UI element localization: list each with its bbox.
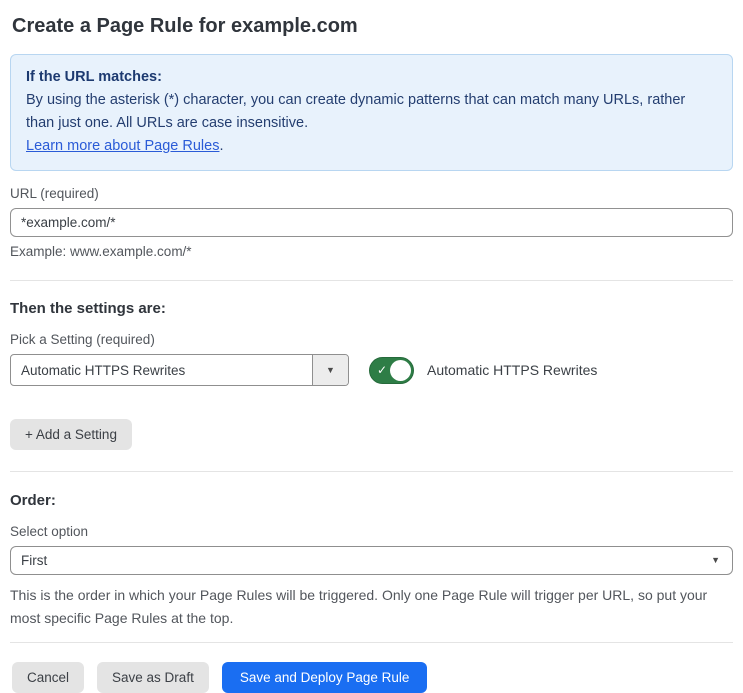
add-setting-button[interactable]: + Add a Setting bbox=[10, 419, 132, 450]
order-select-label: Select option bbox=[10, 524, 89, 539]
setting-select-dropdown-button[interactable]: ▼ bbox=[312, 355, 348, 385]
callout-link-line: Learn more about Page Rules. bbox=[26, 135, 717, 158]
order-select-value: First bbox=[21, 553, 48, 568]
settings-section-heading: Then the settings are: bbox=[10, 300, 166, 317]
setting-toggle-wrap: ✓ Automatic HTTPS Rewrites bbox=[369, 356, 598, 384]
order-section-heading: Order: bbox=[10, 492, 56, 509]
divider bbox=[10, 471, 733, 472]
page-rule-form: Create a Page Rule for example.com If th… bbox=[0, 0, 743, 693]
url-matches-callout: If the URL matches: By using the asteris… bbox=[10, 54, 733, 171]
divider bbox=[10, 642, 733, 643]
cancel-button[interactable]: Cancel bbox=[12, 662, 85, 693]
url-example-help: Example: www.example.com/* bbox=[10, 244, 192, 259]
footer-actions: Cancel Save as Draft Save and Deploy Pag… bbox=[10, 662, 733, 693]
learn-more-link[interactable]: Learn more about Page Rules bbox=[26, 138, 219, 154]
url-field-label: URL (required) bbox=[10, 186, 99, 201]
link-suffix: . bbox=[219, 138, 224, 154]
page-title: Create a Page Rule for example.com bbox=[12, 15, 358, 37]
setting-select[interactable]: Automatic HTTPS Rewrites ▼ bbox=[10, 354, 349, 386]
toggle-knob bbox=[390, 359, 411, 381]
order-help-text: This is the order in which your Page Rul… bbox=[10, 587, 708, 626]
save-deploy-button[interactable]: Save and Deploy Page Rule bbox=[221, 662, 428, 693]
divider bbox=[10, 280, 733, 281]
https-rewrites-toggle[interactable]: ✓ bbox=[369, 356, 414, 384]
setting-row: Automatic HTTPS Rewrites ▼ ✓ Automatic H… bbox=[10, 354, 733, 386]
url-input[interactable] bbox=[10, 208, 733, 237]
chevron-down-icon: ▼ bbox=[711, 555, 720, 565]
setting-select-value: Automatic HTTPS Rewrites bbox=[21, 362, 186, 378]
save-draft-button[interactable]: Save as Draft bbox=[97, 662, 209, 693]
order-select[interactable]: First ▼ bbox=[10, 546, 733, 575]
pick-setting-label: Pick a Setting (required) bbox=[10, 332, 155, 347]
check-icon: ✓ bbox=[377, 362, 388, 377]
callout-heading: If the URL matches: bbox=[26, 69, 162, 85]
toggle-label: Automatic HTTPS Rewrites bbox=[427, 362, 598, 378]
callout-body: By using the asterisk (*) character, you… bbox=[26, 92, 686, 131]
chevron-down-icon: ▼ bbox=[326, 364, 335, 375]
